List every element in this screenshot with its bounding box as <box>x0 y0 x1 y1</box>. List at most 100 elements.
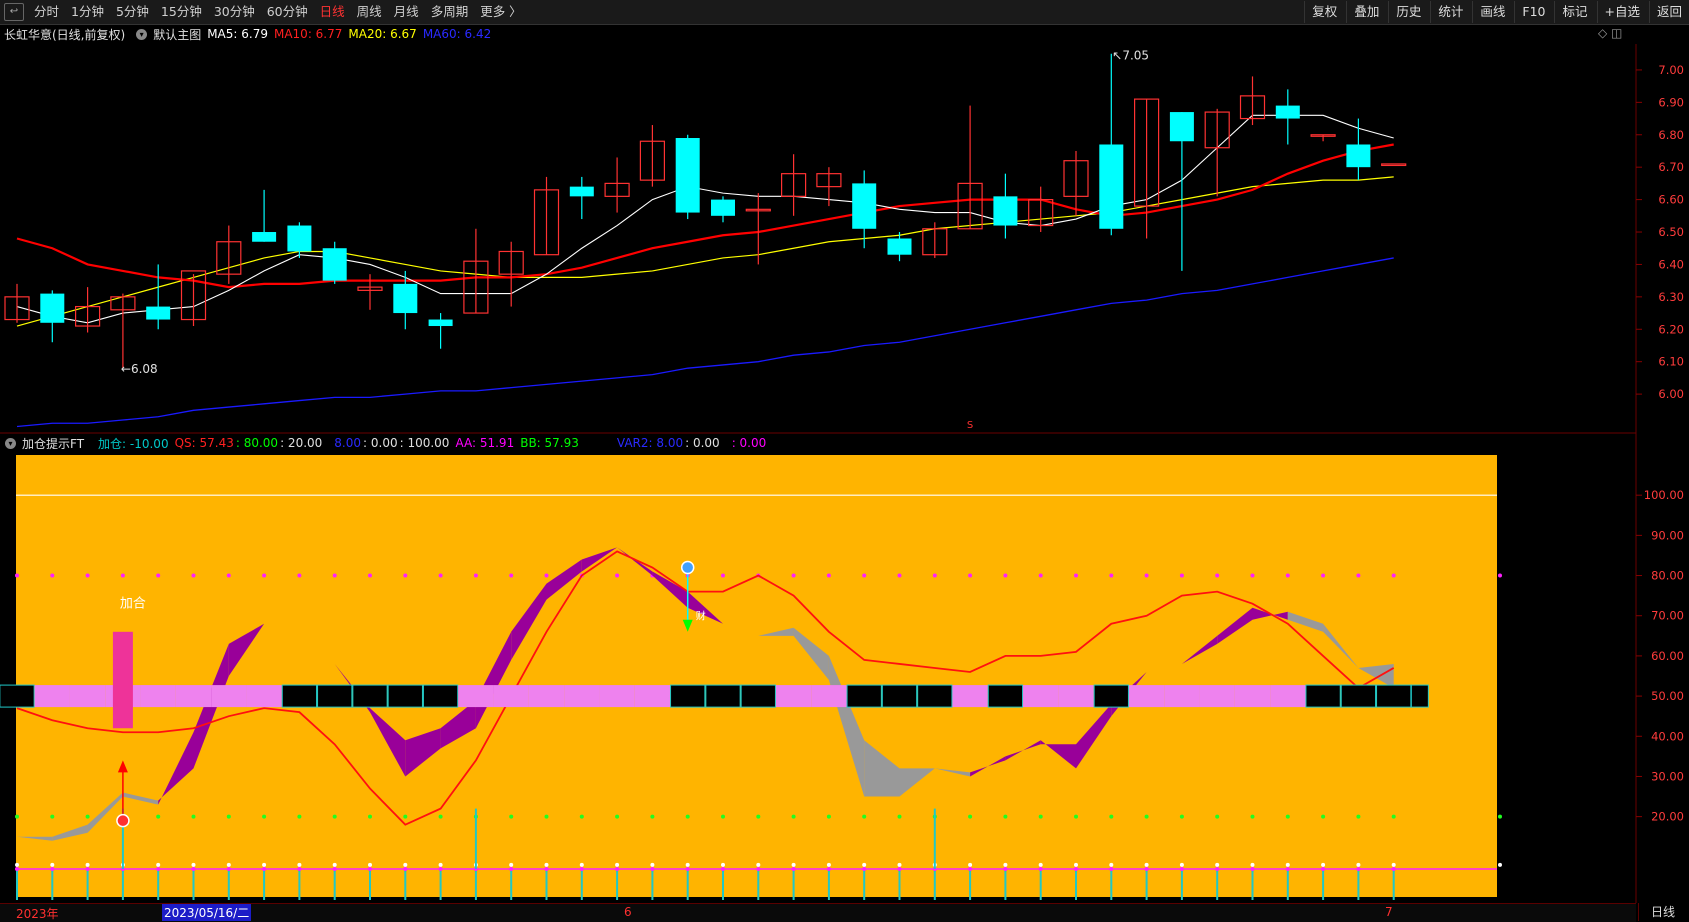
band-cell <box>1234 685 1271 708</box>
ma60-line <box>16 257 1394 428</box>
level-dot <box>85 573 90 578</box>
bottom-dot <box>1144 867 1149 871</box>
level-dot <box>862 862 867 867</box>
level-dot <box>932 573 937 578</box>
level-dot <box>262 573 267 578</box>
band-cell <box>458 685 494 708</box>
level-dot <box>403 814 408 819</box>
level-dot <box>50 573 55 578</box>
level-dot <box>1498 573 1502 578</box>
band-cell <box>352 684 388 708</box>
level-dot <box>120 573 125 578</box>
level-dot <box>721 862 725 867</box>
level-dot <box>544 814 549 819</box>
level-dot <box>897 573 902 578</box>
level-dot <box>1250 814 1255 819</box>
level-dot <box>1356 573 1361 578</box>
bottom-dot <box>826 867 831 871</box>
level-dot <box>791 814 796 819</box>
level-dot <box>897 814 902 819</box>
level-dot <box>1356 814 1361 819</box>
band-cell <box>175 685 212 708</box>
band-cell <box>1023 685 1059 708</box>
level-dot <box>262 862 267 867</box>
candle-body <box>852 183 877 229</box>
bottom-dot <box>1179 867 1184 871</box>
band-cell <box>599 685 635 708</box>
candle-body <box>1381 163 1407 167</box>
level-dot <box>1144 573 1149 578</box>
level-dot <box>438 814 443 819</box>
chart-canvas[interactable]: 7.00 6.90 6.80 6.70 6.60 6.50 6.40 6.30 6.20 6.10… <box>0 0 1689 903</box>
level-dot <box>1144 814 1149 819</box>
level-dot <box>226 862 231 867</box>
level-dot <box>1391 573 1396 578</box>
level-dot <box>791 573 796 578</box>
level-dot <box>297 862 302 867</box>
candle-body <box>252 232 277 242</box>
level-dot <box>297 814 302 819</box>
candle-body <box>887 238 912 255</box>
level-dot <box>1179 573 1184 578</box>
level-dot <box>1003 862 1008 867</box>
level-dot <box>1321 573 1326 578</box>
cai-label: 财 <box>696 610 706 623</box>
level-dot <box>191 573 196 578</box>
level-dot <box>438 862 443 867</box>
band-cell <box>1410 684 1429 708</box>
bottom-dot <box>1356 867 1361 871</box>
band-cell <box>670 684 706 708</box>
level-dot <box>615 862 620 867</box>
bottom-dot <box>862 867 867 871</box>
candle-body <box>322 248 347 281</box>
band-cell <box>493 685 529 708</box>
date-axis-start: 2023年 <box>16 907 59 921</box>
band-cell <box>1128 685 1165 708</box>
level-dot <box>756 862 761 867</box>
bottom-dot <box>579 867 584 871</box>
bottom-dot <box>1321 867 1326 871</box>
band-cell <box>211 685 247 708</box>
bottom-dot <box>721 867 725 871</box>
band-cell <box>1270 685 1306 708</box>
level-dot <box>403 573 408 578</box>
ma10-line <box>16 143 1394 289</box>
level-dot <box>862 814 867 819</box>
level-dot <box>1179 862 1184 867</box>
level-dot <box>1391 814 1396 819</box>
band-cell <box>705 684 741 708</box>
level-dot <box>544 573 549 578</box>
level-dot <box>544 862 549 867</box>
level-dot <box>862 573 867 578</box>
level-dot <box>1109 862 1114 867</box>
bottom-dot <box>791 867 796 871</box>
level-dot <box>438 573 443 578</box>
bottom-dot <box>226 867 231 871</box>
level-dot <box>1285 862 1290 867</box>
band-cell <box>634 685 671 708</box>
band-cell <box>422 684 459 708</box>
band-cell <box>317 684 353 708</box>
bottom-dot <box>368 867 372 871</box>
band-cell <box>1199 685 1235 708</box>
level-dot <box>968 814 973 819</box>
ind-axis-label: 20.00 <box>1651 810 1684 824</box>
bottom-dot <box>544 867 549 871</box>
level-dot <box>826 573 831 578</box>
candle-body <box>569 186 594 197</box>
level-dot <box>1391 862 1396 867</box>
level-dot <box>1215 573 1220 578</box>
level-dot <box>1038 573 1043 578</box>
band-cell <box>846 684 882 708</box>
bottom-dot <box>50 867 55 871</box>
level-dot <box>615 814 620 819</box>
buy-signal-icon <box>116 813 130 828</box>
period-indicator[interactable]: 日线 <box>1638 903 1687 921</box>
band-cell <box>1305 684 1341 708</box>
bottom-dot <box>156 867 161 871</box>
indicator-background <box>16 455 1497 897</box>
level-dot <box>85 814 90 819</box>
band-cell <box>69 685 106 708</box>
level-dot <box>1038 862 1043 867</box>
price-axis-label: 6.60 <box>1658 193 1684 207</box>
